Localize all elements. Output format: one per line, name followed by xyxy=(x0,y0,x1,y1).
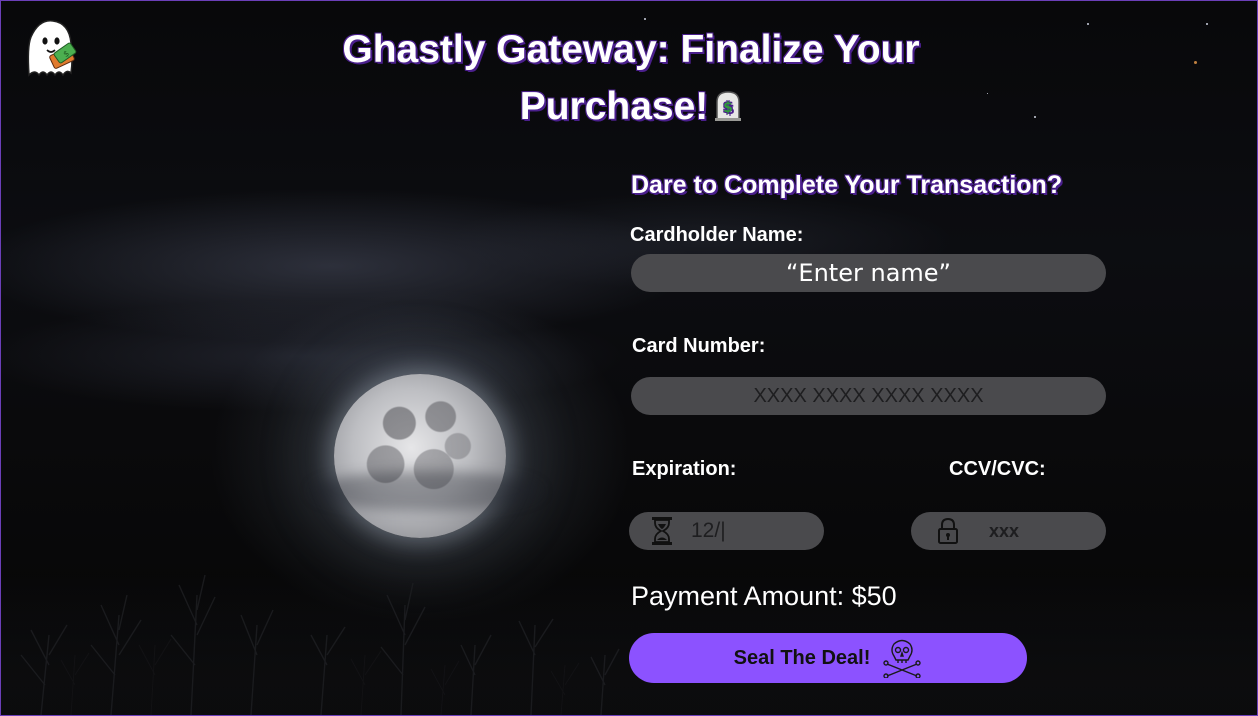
page-title-line-1: Ghastly Gateway: Finalize Your xyxy=(342,28,920,71)
payment-amount: Payment Amount: $50 xyxy=(631,581,897,611)
lock-icon xyxy=(938,517,958,544)
ccv-placeholder: xxx xyxy=(989,520,1020,541)
card-number-label: Card Number: xyxy=(632,335,766,357)
svg-text:$: $ xyxy=(723,100,733,116)
full-moon-image xyxy=(334,374,506,538)
hourglass-icon xyxy=(652,517,672,545)
cardholder-name-input[interactable]: “Enter name” xyxy=(631,254,1106,292)
star xyxy=(1034,116,1036,118)
expiration-value: 12/| xyxy=(691,519,726,542)
cardholder-name-label: Cardholder Name: xyxy=(630,224,804,246)
dollar-tombstone-icon: $ xyxy=(715,90,742,121)
ghost-with-money-icon: $ xyxy=(27,20,77,77)
card-number-placeholder: XXXX XXXX XXXX XXXX xyxy=(753,384,984,407)
star xyxy=(1206,23,1208,25)
moon-cloud xyxy=(311,471,541,511)
cardholder-name-value: “Enter name” xyxy=(786,259,951,287)
page-title-line-2-text: Purchase! xyxy=(519,85,709,128)
skull-crossbones-icon xyxy=(883,639,922,678)
seal-the-deal-button[interactable]: Seal The Deal! xyxy=(629,633,1027,683)
star xyxy=(644,18,646,20)
bare-trees-silhouette xyxy=(1,574,1257,715)
card-number-input[interactable]: XXXX XXXX XXXX XXXX xyxy=(631,377,1106,415)
expiration-input[interactable]: 12/| xyxy=(629,512,824,550)
ccv-label: CCV/CVC: xyxy=(949,458,1046,480)
star xyxy=(1087,23,1089,25)
seal-the-deal-label: Seal The Deal! xyxy=(733,646,871,669)
star xyxy=(1194,61,1197,64)
expiration-label: Expiration: xyxy=(632,458,737,480)
checkout-page: $ Ghastly Gateway: Finalize Your Purchas… xyxy=(0,0,1258,716)
ccv-input[interactable]: xxx xyxy=(911,512,1106,550)
star xyxy=(987,93,988,94)
form-heading: Dare to Complete Your Transaction? xyxy=(631,171,1063,199)
page-title: Ghastly Gateway: Finalize Your Purchase!… xyxy=(301,21,961,135)
page-title-line-2: Purchase! $ xyxy=(301,78,961,135)
